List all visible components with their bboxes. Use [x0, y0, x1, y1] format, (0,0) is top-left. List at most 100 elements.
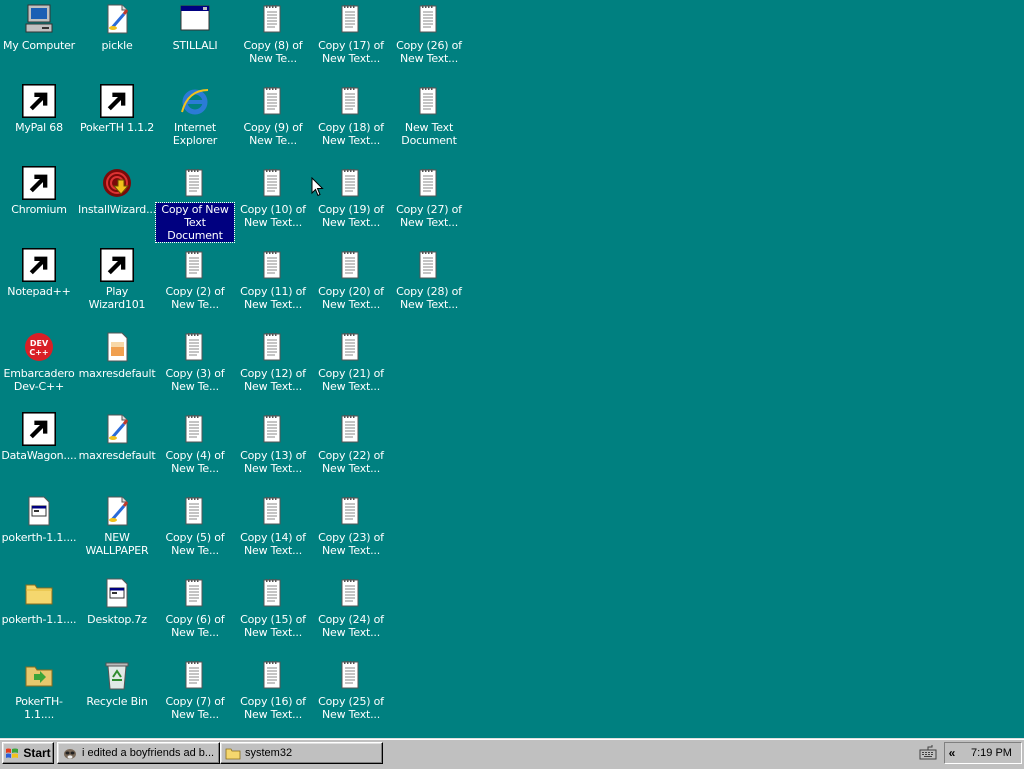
desktop-icon[interactable]: Copy (27) of New Text...	[390, 164, 468, 240]
desktop-icon[interactable]: DataWagon....	[0, 410, 78, 486]
desktop-icon-label: Copy (4) of New Te...	[165, 449, 225, 475]
windows-logo-icon	[6, 748, 19, 758]
tray-expand-chevron-icon[interactable]: «	[945, 746, 959, 760]
desktop-icon[interactable]: Recycle Bin	[78, 656, 156, 732]
desktop-icon[interactable]: ++ Notepad++	[0, 246, 78, 322]
desktop-icon-label: Copy (2) of New Te...	[165, 285, 225, 311]
desktop-icon[interactable]: NEW WALLPAPER	[78, 492, 156, 568]
text-document-icon	[256, 494, 290, 528]
text-document-icon	[412, 166, 446, 200]
desktop-icon-label: Copy (14) of New Text...	[240, 531, 306, 557]
desktop-icon-label: Copy (3) of New Te...	[165, 367, 225, 393]
folder-icon	[22, 576, 56, 610]
desktop-icon[interactable]: Copy (3) of New Te...	[156, 328, 234, 404]
wizard101-icon: 101	[100, 248, 134, 282]
setup-file-icon	[100, 576, 134, 610]
chromium-icon	[22, 166, 56, 200]
desktop-icon-label: pickle	[101, 39, 133, 52]
text-document-icon	[334, 2, 368, 36]
desktop-icon[interactable]: Copy (24) of New Text...	[312, 574, 390, 650]
desktop-icon[interactable]: Copy (8) of New Te...	[234, 0, 312, 76]
text-document-icon	[334, 330, 368, 364]
desktop-icon-label: Copy of New Text Document	[155, 202, 235, 243]
desktop-icon-label: Copy (21) of New Text...	[318, 367, 384, 393]
desktop-icon[interactable]: Copy (22) of New Text...	[312, 410, 390, 486]
text-document-icon	[178, 494, 212, 528]
raccoon-icon	[22, 84, 56, 118]
desktop-icon[interactable]: 101 Play Wizard101	[78, 246, 156, 322]
desktop-icon-label: Copy (5) of New Te...	[165, 531, 225, 557]
desktop-icon[interactable]: Copy (11) of New Text...	[234, 246, 312, 322]
paint-file-icon	[100, 412, 134, 446]
desktop-icon-label: PokerTH-1.1....	[15, 695, 63, 721]
desktop-icon[interactable]: Copy (25) of New Text...	[312, 656, 390, 732]
desktop-icon[interactable]: DEV C++ Embarcadero Dev-C++	[0, 328, 78, 404]
desktop-icon[interactable]: STILLALI	[156, 0, 234, 76]
desktop-icon[interactable]: Copy (13) of New Text...	[234, 410, 312, 486]
desktop-icon[interactable]: Copy (26) of New Text...	[390, 0, 468, 76]
desktop-icon-label: PokerTH 1.1.2	[79, 121, 155, 134]
desktop-icon-label: Copy (6) of New Te...	[165, 613, 225, 639]
desktop-icon[interactable]: Copy (9) of New Te...	[234, 82, 312, 158]
desktop-icon[interactable]: pickle	[78, 0, 156, 76]
desktop-icon[interactable]: POKER PokerTH 1.1.2	[78, 82, 156, 158]
desktop-icon-label: Copy (24) of New Text...	[318, 613, 384, 639]
desktop-icon[interactable]: New Text Document	[390, 82, 468, 158]
desktop-icon[interactable]: Copy (15) of New Text...	[234, 574, 312, 650]
text-document-icon	[256, 658, 290, 692]
setup-file-icon	[22, 494, 56, 528]
desktop-icon[interactable]: Chromium	[0, 164, 78, 240]
desktop-icon[interactable]: PokerTH-1.1....	[0, 656, 78, 732]
desktop-icon[interactable]: Copy (12) of New Text...	[234, 328, 312, 404]
desktop-icon[interactable]: Copy (2) of New Te...	[156, 246, 234, 322]
desktop-icon-label: Copy (17) of New Text...	[318, 39, 384, 65]
taskbar-item-system32[interactable]: system32	[220, 742, 383, 764]
taskbar-item-browser[interactable]: i edited a boyfriends ad b...	[57, 742, 220, 764]
clock[interactable]: 7:19 PM	[971, 747, 1012, 759]
desktop-icon[interactable]: My Computer	[0, 0, 78, 76]
desktop-icon[interactable]: MyPal 68	[0, 82, 78, 158]
desktop-icon[interactable]: Copy (7) of New Te...	[156, 656, 234, 732]
desktop-icon-label: Chromium	[11, 203, 67, 216]
desktop-icon[interactable]: pokerth-1.1....	[0, 574, 78, 650]
desktop-icon[interactable]: pokerth-1.1....	[0, 492, 78, 568]
desktop-icon-label: Copy (27) of New Text...	[396, 203, 462, 229]
desktop-icon[interactable]: Copy (14) of New Text...	[234, 492, 312, 568]
desktop-icon-label: Copy (9) of New Te...	[243, 121, 303, 147]
taskbar-item-label: system32	[245, 747, 293, 759]
desktop-icon[interactable]: maxresdefault	[78, 410, 156, 486]
desktop-icon[interactable]: Copy (6) of New Te...	[156, 574, 234, 650]
text-document-icon	[178, 658, 212, 692]
desktop-icon[interactable]: maxresdefault	[78, 328, 156, 404]
desktop-icon-label: InstallWizard...	[78, 203, 156, 216]
desktop-icon[interactable]: Copy of New Text Document	[155, 164, 235, 243]
desktop-icon[interactable]: Copy (16) of New Text...	[234, 656, 312, 732]
desktop-icon[interactable]: Copy (28) of New Text...	[390, 246, 468, 322]
text-document-icon	[334, 166, 368, 200]
desktop-icon-label: Copy (11) of New Text...	[240, 285, 306, 311]
desktop-icon[interactable]: Copy (19) of New Text...	[312, 164, 390, 240]
desktop-icon-label: New Text Document	[401, 121, 457, 147]
svg-text:C++: C++	[29, 348, 48, 357]
desktop-icon[interactable]: Copy (5) of New Te...	[156, 492, 234, 568]
desktop-icon[interactable]: Copy (17) of New Text...	[312, 0, 390, 76]
desktop-icon-label: Copy (19) of New Text...	[318, 203, 384, 229]
wizard-install-icon	[100, 166, 134, 200]
desktop-icon[interactable]: Copy (21) of New Text...	[312, 328, 390, 404]
start-button[interactable]: Start	[2, 742, 54, 764]
desktop-icon[interactable]: Copy (18) of New Text...	[312, 82, 390, 158]
desktop-icon[interactable]: Copy (20) of New Text...	[312, 246, 390, 322]
text-document-icon	[334, 248, 368, 282]
desktop-icon[interactable]: Copy (23) of New Text...	[312, 492, 390, 568]
desktop-icon-label: Copy (15) of New Text...	[240, 613, 306, 639]
desktop-icon[interactable]: Desktop.7z	[78, 574, 156, 650]
raccoon-icon	[64, 749, 76, 759]
desktop-icon[interactable]: Internet Explorer	[156, 82, 234, 158]
desktop-icon[interactable]: InstallWizard...	[78, 164, 156, 240]
desktop-icon-label: Play Wizard101	[88, 285, 146, 311]
desktop[interactable]: My Computer MyPal 68 Chromium ++ Notepad++ DE…	[0, 0, 1024, 738]
desktop-icon[interactable]: Copy (4) of New Te...	[156, 410, 234, 486]
text-document-icon	[256, 576, 290, 610]
keyboard-icon[interactable]	[918, 744, 938, 761]
desktop-icon[interactable]: Copy (10) of New Text...	[234, 164, 312, 240]
